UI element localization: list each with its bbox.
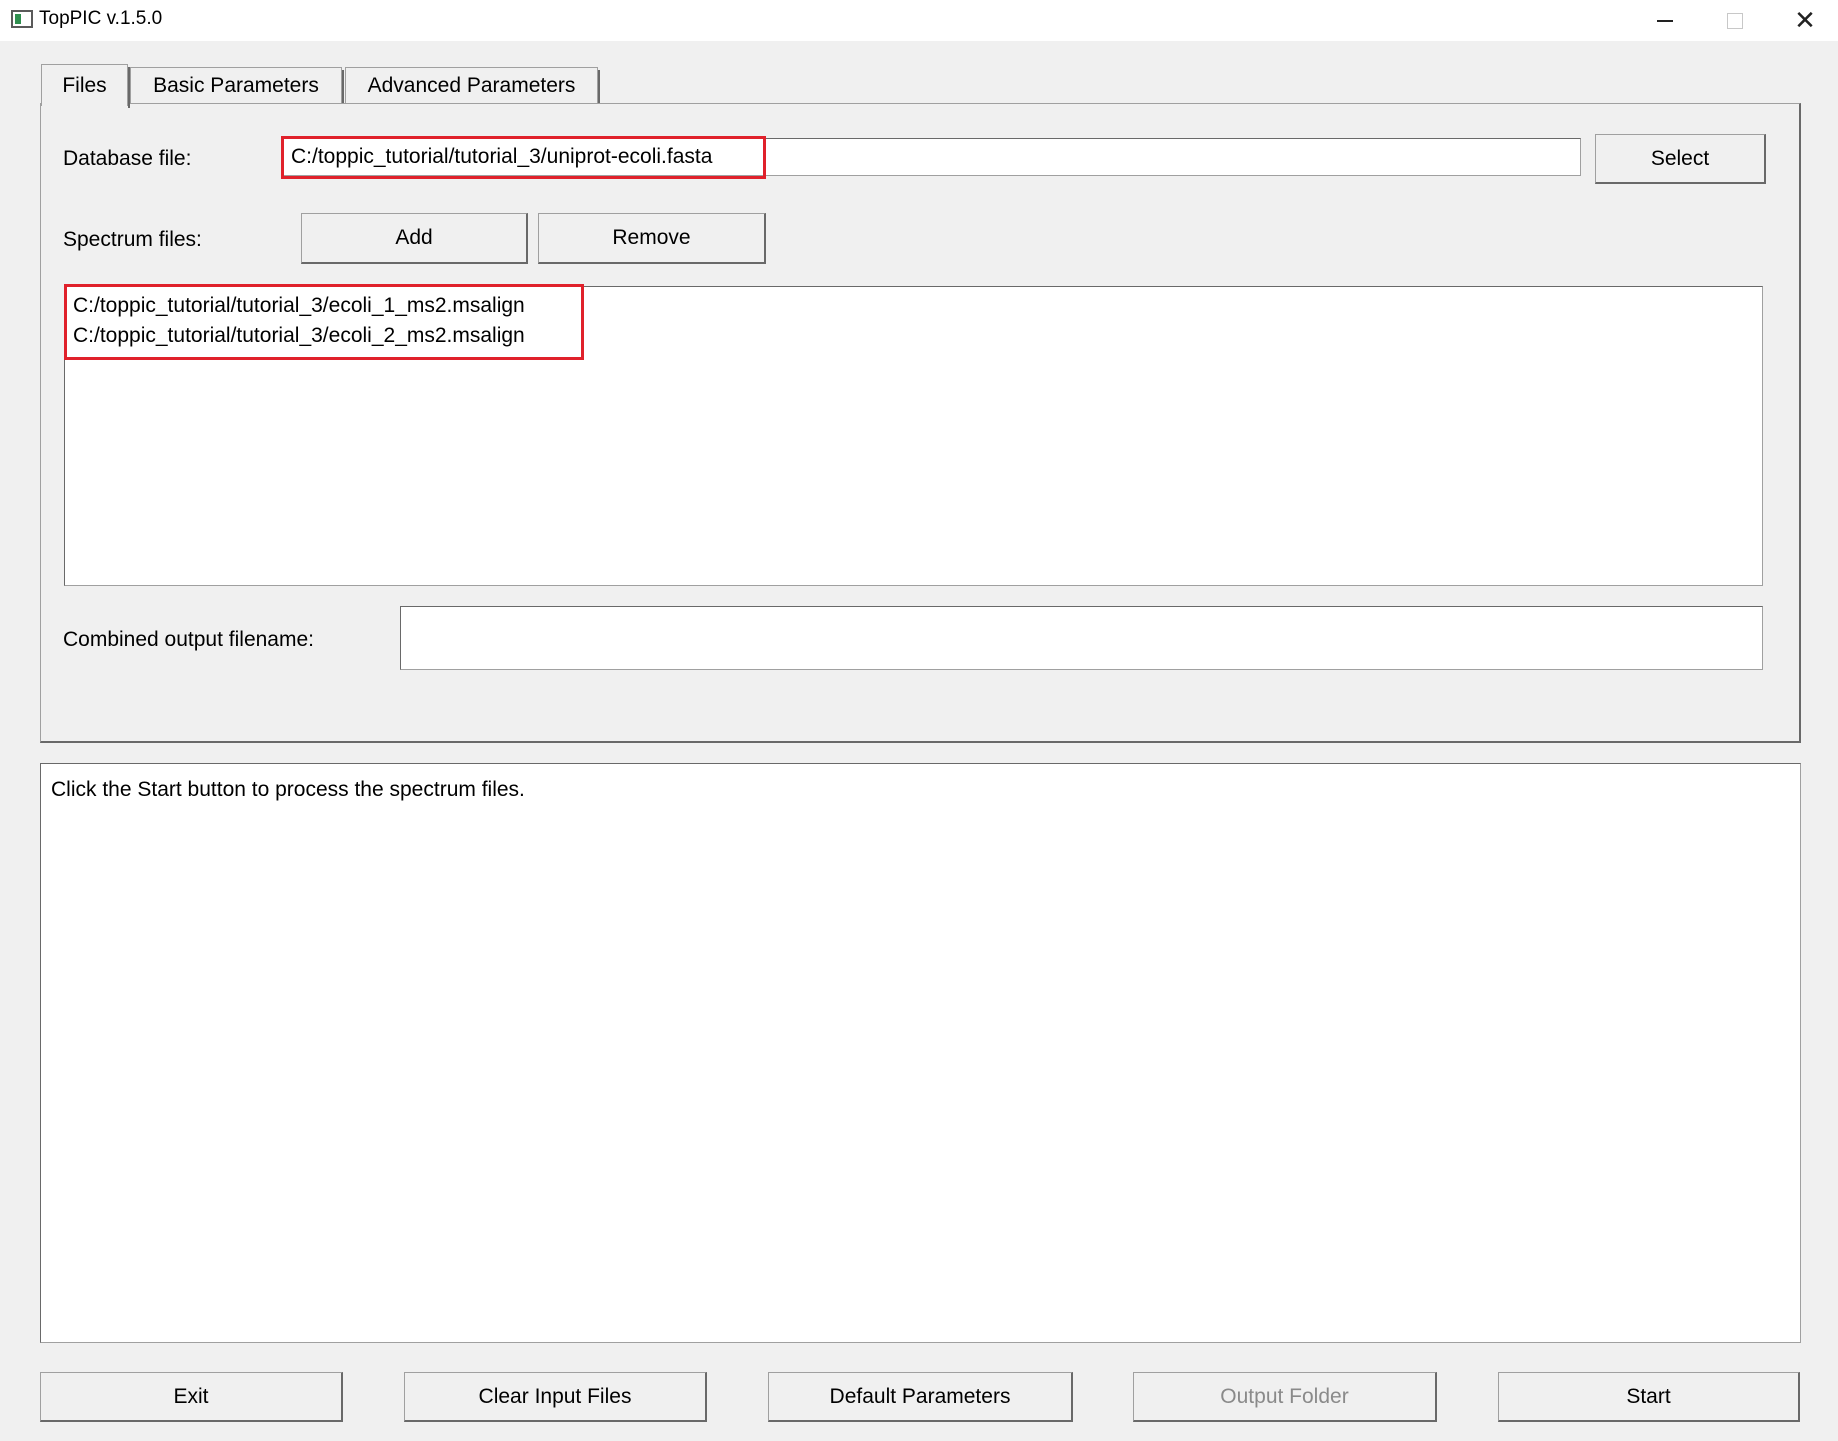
tab-files[interactable]: Files <box>41 64 130 108</box>
database-file-input[interactable]: C:/toppic_tutorial/tutorial_3/uniprot-ec… <box>282 138 1581 176</box>
combined-output-input[interactable] <box>400 606 1763 670</box>
start-button[interactable]: Start <box>1498 1372 1800 1422</box>
tab-basic-parameters[interactable]: Basic Parameters <box>130 67 344 106</box>
output-folder-button[interactable]: Output Folder <box>1133 1372 1437 1422</box>
minimize-button[interactable] <box>1630 0 1700 41</box>
tab-advanced-parameters[interactable]: Advanced Parameters <box>345 67 600 106</box>
close-icon: ✕ <box>1794 5 1816 35</box>
close-button[interactable]: ✕ <box>1770 0 1838 41</box>
default-parameters-button[interactable]: Default Parameters <box>768 1372 1073 1422</box>
log-message: Click the Start button to process the sp… <box>51 778 525 801</box>
spectrum-files-label: Spectrum files: <box>63 228 202 251</box>
app-icon <box>11 10 33 28</box>
database-file-label: Database file: <box>63 147 192 170</box>
log-output: Click the Start button to process the sp… <box>40 763 1801 1343</box>
maximize-button[interactable] <box>1700 0 1770 41</box>
combined-output-label: Combined output filename: <box>63 628 314 651</box>
spectrum-file-list[interactable]: C:/toppic_tutorial/tutorial_3/ecoli_1_ms… <box>64 286 1763 586</box>
window-title: TopPIC v.1.5.0 <box>39 8 163 29</box>
minimize-icon <box>1657 19 1673 22</box>
list-item[interactable]: C:/toppic_tutorial/tutorial_3/ecoli_2_ms… <box>73 324 525 348</box>
list-item[interactable]: C:/toppic_tutorial/tutorial_3/ecoli_1_ms… <box>73 294 525 318</box>
clear-input-files-button[interactable]: Clear Input Files <box>404 1372 707 1422</box>
add-button[interactable]: Add <box>301 213 528 264</box>
remove-button[interactable]: Remove <box>538 213 766 264</box>
exit-button[interactable]: Exit <box>40 1372 343 1422</box>
title-bar: TopPIC v.1.5.0 ✕ <box>0 0 1838 41</box>
maximize-icon <box>1727 12 1743 29</box>
select-button[interactable]: Select <box>1595 134 1766 184</box>
